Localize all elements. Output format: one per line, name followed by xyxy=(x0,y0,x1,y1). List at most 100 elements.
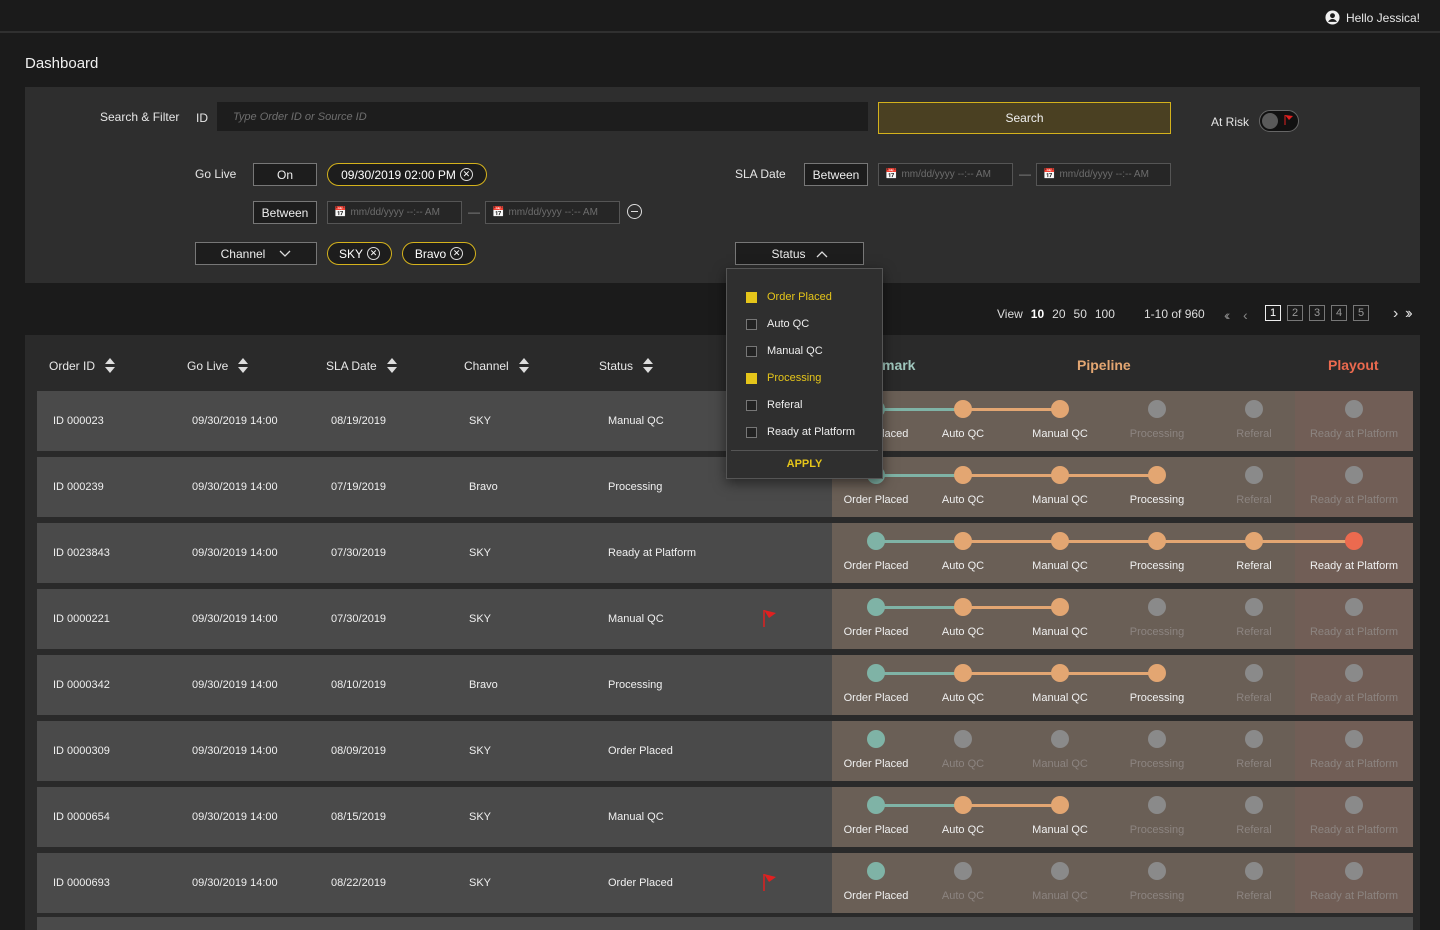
stage-node xyxy=(1148,400,1166,418)
sla-end-date[interactable]: 📅 mm/dd/yyyy --:-- AM xyxy=(1036,163,1171,186)
go-live-end-date[interactable]: 📅 mm/dd/yyyy --:-- AM xyxy=(485,201,620,224)
remove-chip-icon[interactable]: ✕ xyxy=(459,168,473,181)
column-header-order-id[interactable]: Order ID xyxy=(49,358,116,373)
stage-label: Referal xyxy=(1236,626,1272,638)
table-row[interactable]: ID 0000654 09/30/2019 14:00 08/15/2019 SKY M… xyxy=(37,787,1413,847)
status-dropdown[interactable]: Status xyxy=(735,242,864,265)
pipeline-connector xyxy=(1060,474,1157,477)
stage-node xyxy=(1148,466,1166,484)
checkbox[interactable] xyxy=(746,291,757,303)
go-live-between-select[interactable]: Between xyxy=(253,201,317,224)
channel-chip-bravo[interactable]: Bravo ✕ xyxy=(402,242,476,265)
stage-node xyxy=(1245,862,1263,880)
status-option[interactable]: Ready at Platform xyxy=(746,426,855,438)
page-title: Dashboard xyxy=(25,55,99,72)
cell-status: Order Placed xyxy=(608,745,673,757)
pipeline-connector xyxy=(876,540,963,543)
page-size-100[interactable]: 100 xyxy=(1095,307,1115,321)
column-header-status[interactable]: Status xyxy=(599,358,654,373)
id-label: ID xyxy=(196,111,208,125)
cell-sla: 08/10/2019 xyxy=(331,679,387,691)
table-row[interactable]: ID 0000693 09/30/2019 14:00 08/22/2019 SKY O… xyxy=(37,853,1413,913)
checkbox[interactable] xyxy=(746,372,757,384)
chip-label: SKY xyxy=(338,246,363,261)
sla-mode-select[interactable]: Between xyxy=(804,163,868,186)
go-live-chip[interactable]: 09/30/2019 02:00 PM ✕ xyxy=(327,163,487,186)
checkbox[interactable] xyxy=(746,318,757,330)
status-option[interactable]: Order Placed xyxy=(746,291,832,303)
cell-channel: Bravo xyxy=(469,481,498,493)
apply-button[interactable]: APPLY xyxy=(731,450,878,477)
cell-sla: 07/30/2019 xyxy=(331,547,387,559)
stage-label: Manual QC xyxy=(1032,824,1088,836)
table-row[interactable]: ID 0000309 09/30/2019 14:00 08/09/2019 SKY O… xyxy=(37,721,1413,781)
table-row[interactable]: ID 000239 09/30/2019 14:00 07/19/2019 Bravo… xyxy=(37,457,1413,517)
stage-node xyxy=(1345,400,1363,418)
id-search-input[interactable] xyxy=(217,102,868,131)
cell-channel: Bravo xyxy=(469,679,498,691)
stage-label: Processing xyxy=(1129,626,1185,638)
column-header-sla-date[interactable]: SLA Date xyxy=(326,358,397,373)
stage-node xyxy=(1245,466,1263,484)
first-page-icon[interactable]: ‹‹ xyxy=(1224,307,1231,323)
sort-icon[interactable] xyxy=(238,358,249,373)
page-size-50[interactable]: 50 xyxy=(1074,307,1087,321)
table-row[interactable]: ID 0023843 09/30/2019 14:00 07/30/2019 SKY R… xyxy=(37,523,1413,583)
cell-id: ID 0000221 xyxy=(53,613,110,625)
page-4[interactable]: 4 xyxy=(1331,305,1347,321)
stage-label: Ready at Platform xyxy=(1309,494,1399,506)
status-option[interactable]: Manual QC xyxy=(746,345,823,357)
sort-icon[interactable] xyxy=(643,358,654,373)
stage-label: Order Placed xyxy=(843,890,909,902)
pipeline-tracker: Order Placed Auto QC Manual QC Processing Re… xyxy=(832,523,1413,583)
last-page-icon[interactable]: ›› xyxy=(1405,305,1412,323)
at-risk-toggle[interactable] xyxy=(1259,110,1299,132)
cell-status: Processing xyxy=(608,481,663,493)
remove-range-icon[interactable] xyxy=(627,204,642,219)
user-greeting[interactable]: Hello Jessica! xyxy=(1325,10,1420,25)
checkbox[interactable] xyxy=(746,399,757,411)
sort-icon[interactable] xyxy=(105,358,116,373)
stage-node xyxy=(1148,664,1166,682)
prev-page-icon[interactable]: ‹ xyxy=(1243,307,1248,323)
channel-dropdown[interactable]: Channel xyxy=(195,242,317,265)
table-row[interactable]: ID 000023 09/30/2019 14:00 08/19/2019 SKY Ma… xyxy=(37,391,1413,451)
stage-node xyxy=(954,796,972,814)
status-option[interactable]: Processing xyxy=(746,372,821,384)
page-size-10[interactable]: 10 xyxy=(1031,307,1044,321)
channel-chip-sky[interactable]: SKY ✕ xyxy=(327,242,392,265)
status-option[interactable]: Auto QC xyxy=(746,318,809,330)
stage-label: Manual QC xyxy=(1032,692,1088,704)
next-page-icon[interactable]: › xyxy=(1393,305,1398,323)
stage-node xyxy=(954,598,972,616)
column-header-go-live[interactable]: Go Live xyxy=(187,358,249,373)
sort-icon[interactable] xyxy=(386,358,397,373)
sla-start-date[interactable]: 📅 mm/dd/yyyy --:-- AM xyxy=(878,163,1013,186)
table-row[interactable]: ID 0000342 09/30/2019 14:00 08/10/2019 Brav… xyxy=(37,655,1413,715)
page-3[interactable]: 3 xyxy=(1309,305,1325,321)
go-live-start-date[interactable]: 📅 mm/dd/yyyy --:-- AM xyxy=(327,201,462,224)
stage-node xyxy=(1148,796,1166,814)
remove-chip-icon[interactable]: ✕ xyxy=(450,247,464,260)
range-dash: — xyxy=(468,205,480,219)
search-button[interactable]: Search xyxy=(878,102,1171,134)
page-size-20[interactable]: 20 xyxy=(1052,307,1065,321)
sort-icon[interactable] xyxy=(518,358,529,373)
go-live-mode-select[interactable]: On xyxy=(253,163,317,186)
stage-label: Referal xyxy=(1236,692,1272,704)
column-header-label: Order ID xyxy=(49,358,96,373)
checkbox[interactable] xyxy=(746,426,757,438)
go-live-chip-value: 09/30/2019 02:00 PM xyxy=(341,167,456,182)
stage-header-playout: Playout xyxy=(1328,357,1379,373)
page-1[interactable]: 1 xyxy=(1265,305,1281,321)
column-header-channel[interactable]: Channel xyxy=(464,358,529,373)
status-option[interactable]: Referal xyxy=(746,399,802,411)
remove-chip-icon[interactable]: ✕ xyxy=(367,247,380,260)
checkbox[interactable] xyxy=(746,345,757,357)
range-dash: — xyxy=(1019,167,1031,181)
table-row[interactable]: ID 0000221 09/30/2019 14:00 07/30/2019 SKY M… xyxy=(37,589,1413,649)
stage-label: Order Placed xyxy=(843,494,909,506)
page-5[interactable]: 5 xyxy=(1353,305,1369,321)
page-2[interactable]: 2 xyxy=(1287,305,1303,321)
cell-go-live: 09/30/2019 14:00 xyxy=(192,811,278,823)
